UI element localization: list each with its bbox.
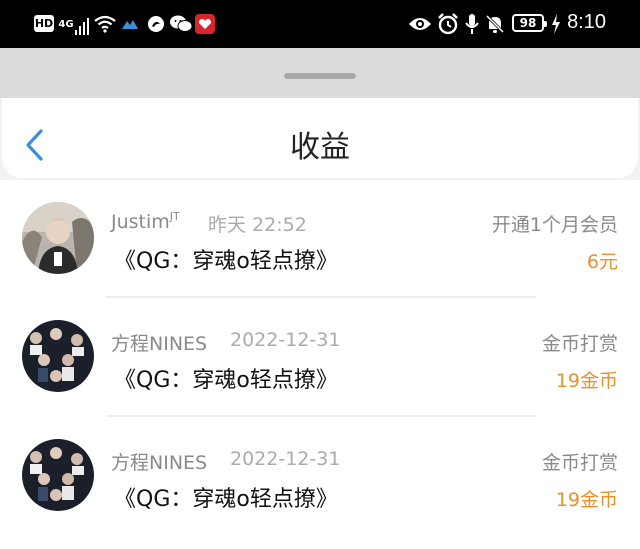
app-icon-red [195, 13, 215, 35]
timestamp: 昨天 22:52 [208, 214, 307, 236]
network-type: 4G [58, 18, 74, 30]
app-icon-bird [146, 13, 166, 35]
microphone-icon [464, 13, 480, 35]
timestamp: 2022-12-31 [230, 329, 341, 351]
earning-type: 金币打赏 [541, 333, 618, 355]
wechat-icon [170, 13, 192, 35]
earning-type: 开通1个月会员 [491, 214, 618, 236]
divider [106, 296, 536, 298]
eye-icon [408, 13, 432, 35]
divider [106, 415, 536, 417]
wifi-icon [94, 13, 116, 35]
username: JustimJT [111, 210, 180, 233]
app-icon-blue [122, 13, 138, 35]
signal-icon [74, 13, 90, 35]
list-item[interactable]: JustimJT 昨天 22:52 《QG：穿魂o轻点撩》 开通1个月会员 6元 [0, 180, 640, 298]
avatar [22, 202, 94, 274]
avatar [22, 320, 94, 392]
charging-icon [550, 13, 562, 35]
earning-amount: 19金币 [555, 489, 618, 511]
book-title: 《QG：穿魂o轻点撩》 [114, 487, 338, 512]
username: 方程NINES [111, 333, 208, 355]
list-item[interactable]: 方程NINES 2022-12-31 《QG：穿魂o轻点撩》 金币打赏 19金币 [0, 299, 640, 417]
earning-amount: 6元 [586, 251, 618, 273]
page-title: 收益 [290, 130, 350, 165]
username: 方程NINES [111, 452, 208, 474]
book-title: 《QG：穿魂o轻点撩》 [114, 249, 338, 274]
earnings-list: JustimJT 昨天 22:52 《QG：穿魂o轻点撩》 开通1个月会员 6元… [0, 180, 640, 549]
timestamp: 2022-12-31 [230, 448, 341, 470]
mute-bell-icon [485, 13, 505, 35]
earning-type: 金币打赏 [541, 452, 618, 474]
battery-icon: 98 [512, 14, 547, 32]
clock-time: 8:10 [567, 11, 606, 33]
sheet-drag-handle[interactable] [284, 73, 356, 79]
list-item[interactable]: 方程NINES 2022-12-31 《QG：穿魂o轻点撩》 金币打赏 19金币 [0, 418, 640, 536]
alarm-icon [437, 13, 459, 35]
status-bar: HD 4G 98 8:10 [0, 0, 640, 48]
book-title: 《QG：穿魂o轻点撩》 [114, 368, 338, 393]
avatar [22, 439, 94, 511]
hd-badge: HD [34, 15, 54, 32]
earning-amount: 19金币 [555, 370, 618, 392]
